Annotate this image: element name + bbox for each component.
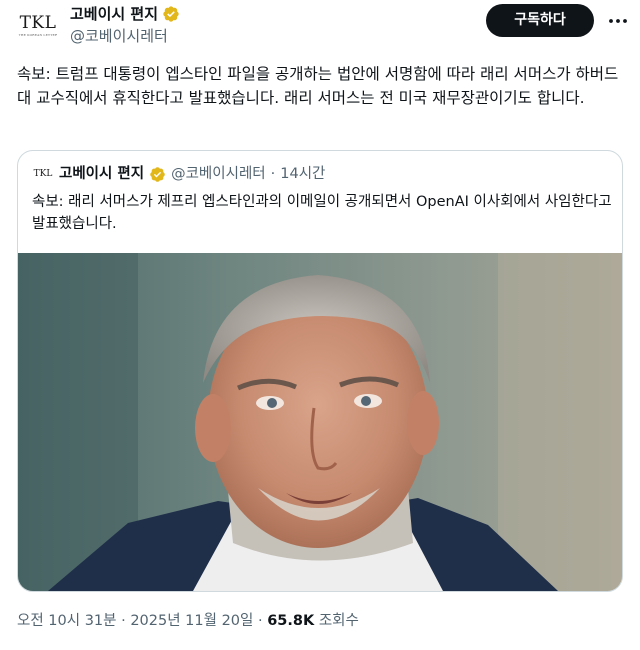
author-display-name[interactable]: 고베이시 편지 [70,4,158,24]
views-count: 65.8K [267,613,315,629]
quoted-tweet-header: TKL 고베이시 편지 @코베이시레터 · 14시간 [32,163,325,185]
meta-separator-2: · [257,613,263,629]
quoted-author-avatar: TKL [32,163,54,185]
quoted-tweet-text: 속보: 래리 서머스가 제프리 엡스타인과의 이메일이 공개되면서 OpenAI… [32,194,612,232]
author-avatar[interactable]: TKL THE KOREAN LETTER [17,5,59,47]
verified-badge-icon [163,6,179,22]
meta-separator-1: · [121,613,126,629]
avatar-subtitle: THE KOREAN LETTER [18,33,58,37]
quoted-tweet-photo[interactable] [18,253,622,591]
portrait-photo [18,253,622,591]
more-options-icon[interactable] [606,9,630,33]
quoted-timestamp: 14시간 [280,166,326,182]
subscribe-button[interactable]: 구독하다 [486,4,594,37]
quoted-tweet-card[interactable]: TKL 고베이시 편지 @코베이시레터 · 14시간 속보: 래리 서머스가 제… [17,150,623,592]
quoted-author-name: 고베이시 편지 [59,166,145,182]
author-handle[interactable]: @코베이시레터 [70,26,180,46]
quoted-author-handle: @코베이시레터 [171,166,266,182]
quoted-avatar-monogram: TKL [33,168,53,179]
author-info: 고베이시 편지 @코베이시레터 [70,4,180,46]
author-name-row: 고베이시 편지 [70,4,180,24]
quoted-verified-badge-icon [150,166,165,182]
post-time[interactable]: 오전 10시 31분 [17,613,116,629]
avatar-monogram: TKL [19,13,57,33]
tweet-text: 속보: 트럼프 대통령이 엡스타인 파일을 공개하는 법안에 서명함에 따라 래… [17,65,619,107]
views-label: 조회수 [318,613,359,629]
quoted-separator-dot: · [270,166,276,182]
tweet-meta: 오전 10시 31분 · 2025년 11월 20일 · 65.8K 조회수 [17,611,359,631]
post-date[interactable]: 2025년 11월 20일 [130,613,253,629]
tweet-header: TKL THE KOREAN LETTER 고베이시 편지 @코베이시레터 구독… [0,0,640,60]
